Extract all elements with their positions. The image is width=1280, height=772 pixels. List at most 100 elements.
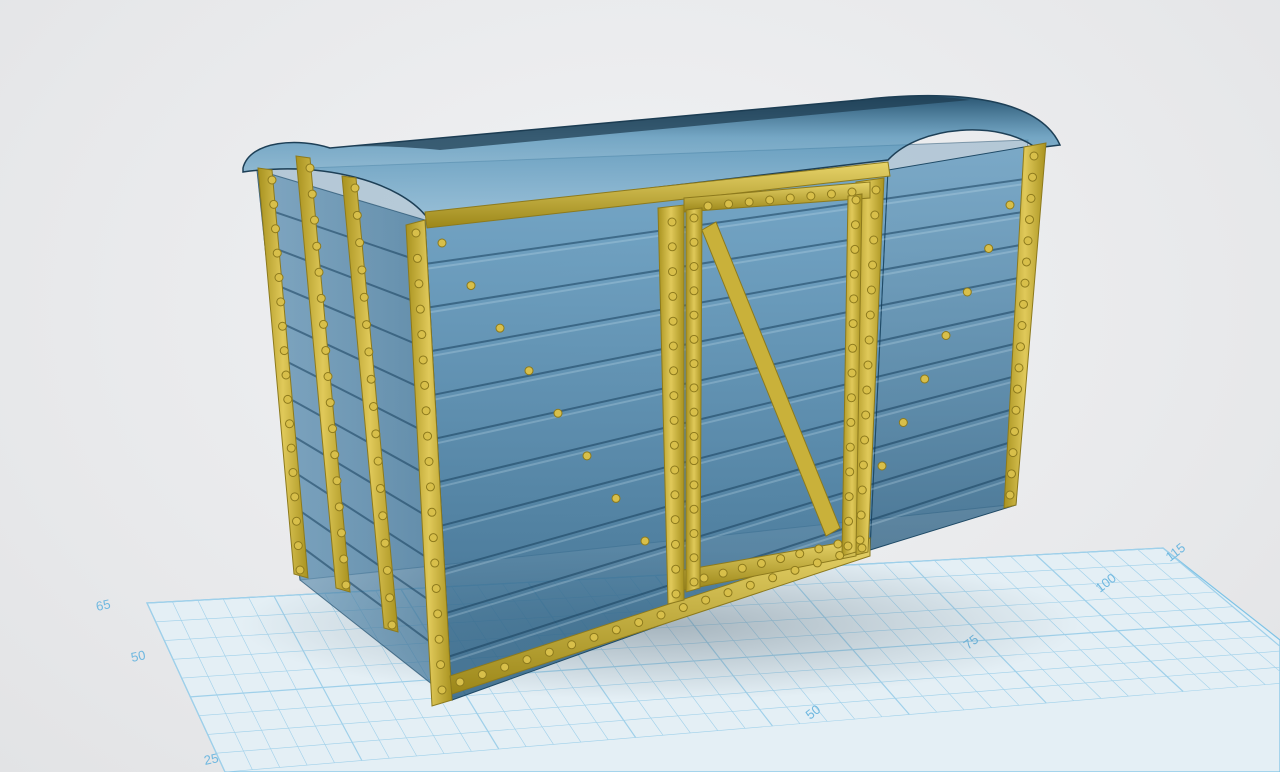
rivet (877, 461, 887, 471)
rivet (544, 647, 554, 657)
rivet (285, 419, 294, 429)
rivet (466, 281, 476, 291)
rivet (307, 189, 317, 199)
rivet (366, 374, 376, 384)
rivet (962, 287, 972, 297)
rivet (321, 345, 331, 355)
rivet (849, 269, 859, 279)
rivet (669, 366, 679, 376)
rivet (870, 210, 880, 220)
rivet (857, 485, 867, 495)
rivet (689, 310, 699, 320)
rivet (1017, 321, 1027, 330)
rivet (1014, 363, 1024, 373)
rivet (1005, 200, 1015, 210)
rivet (267, 175, 277, 185)
rivet (857, 543, 867, 553)
rivet (310, 215, 319, 225)
rivet (567, 640, 577, 650)
rivet (1008, 448, 1018, 458)
rivet (1005, 490, 1015, 500)
rivet (314, 267, 324, 277)
rivet (1029, 151, 1039, 161)
rivet (864, 335, 874, 345)
rivet (269, 199, 279, 209)
rivet (421, 406, 431, 416)
rivet (423, 431, 433, 441)
rivet (776, 554, 786, 564)
rivet (415, 304, 425, 314)
grid-label-left-2: 25 (203, 750, 220, 768)
rivet (814, 544, 824, 554)
rivet (863, 360, 873, 370)
rivet (431, 583, 441, 593)
rivet (364, 347, 374, 357)
rivet (271, 224, 280, 234)
rivet (634, 617, 644, 627)
rivet (984, 244, 994, 253)
3d-viewport[interactable]: 65 50 25 115 100 75 50 (0, 0, 1280, 772)
rivet (861, 410, 871, 420)
rivet (745, 580, 755, 590)
rivet (848, 319, 858, 329)
rivet (524, 366, 534, 376)
rivet (295, 565, 305, 575)
rivet (669, 440, 679, 450)
rivet (941, 331, 951, 340)
rivet (495, 323, 505, 333)
rivet (369, 402, 378, 411)
rivet (428, 533, 438, 543)
rivet (281, 370, 291, 380)
3d-scene[interactable]: 65 50 25 115 100 75 50 (0, 0, 1280, 772)
rivet (305, 163, 315, 173)
rivet (835, 550, 845, 560)
rivet (412, 253, 422, 263)
rivet (418, 355, 428, 365)
rivet (670, 465, 680, 475)
rivet (1011, 405, 1021, 415)
rivet (323, 372, 333, 381)
rivet (850, 244, 860, 254)
rivet (724, 199, 734, 209)
rivet (737, 563, 747, 573)
rivet (378, 511, 388, 521)
rivet (417, 330, 427, 340)
rivet (375, 483, 385, 493)
rivet (856, 510, 866, 520)
rivet (723, 588, 733, 598)
rivet (362, 320, 372, 330)
rivet (656, 610, 666, 620)
rivet (316, 293, 326, 303)
rivet (703, 201, 713, 211)
rivet (866, 285, 876, 295)
rivet (689, 456, 699, 466)
rivet (437, 238, 447, 248)
rivet (689, 359, 699, 369)
rivet (359, 292, 369, 302)
rivet (437, 685, 447, 695)
rivet (669, 415, 679, 425)
rivet (868, 260, 878, 270)
rivet (433, 609, 443, 619)
rivet (341, 580, 351, 590)
rivet (522, 655, 532, 665)
rivet (411, 228, 421, 238)
rivet (293, 541, 303, 551)
rivet (668, 341, 678, 351)
rivet (500, 662, 510, 672)
rivet (334, 502, 344, 512)
rivet (1025, 215, 1034, 225)
rivet (1026, 193, 1036, 203)
rivet (434, 634, 444, 644)
rivet (380, 538, 390, 548)
rivet (477, 670, 487, 680)
rivet (671, 564, 681, 574)
rivet (833, 539, 843, 549)
rivet (319, 319, 328, 329)
rivet (860, 435, 870, 445)
rivet (325, 398, 335, 408)
rivet (846, 417, 856, 427)
rivet (1010, 426, 1019, 436)
rivet (1022, 257, 1031, 267)
rivet (424, 457, 434, 466)
